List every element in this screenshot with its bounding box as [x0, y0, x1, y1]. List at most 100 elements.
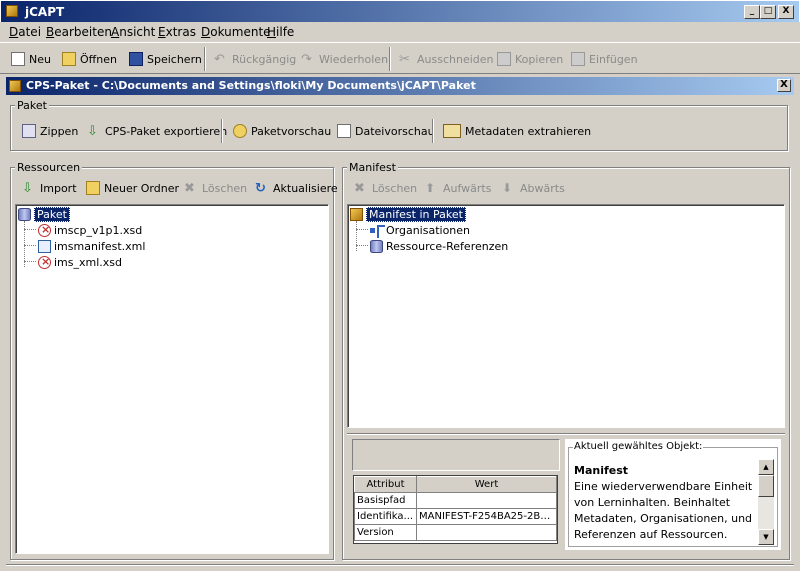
paket-separator — [432, 119, 434, 143]
tree-node-file[interactable]: ims_xml.xsd — [38, 254, 122, 270]
attribute-cell: Version — [354, 524, 417, 541]
tree-node-resource-refs[interactable]: Ressource-Referenzen — [370, 238, 508, 254]
scroll-thumb[interactable] — [758, 475, 774, 497]
value-cell[interactable] — [416, 524, 557, 541]
scissors-icon: ✂ — [399, 52, 410, 67]
new-button[interactable]: Neu — [11, 51, 51, 67]
attribute-header-box — [352, 439, 560, 471]
document-title: CPS-Paket - C:\Documents and Settings\fl… — [26, 79, 476, 92]
scroll-down-button[interactable]: ▼ — [758, 529, 774, 545]
main-toolbar: Neu Öffnen Speichern ↶ Rückgängig ↷ Wieder… — [0, 42, 800, 74]
import-button[interactable]: ⇩ Import — [22, 180, 77, 196]
new-folder-icon — [86, 181, 100, 195]
tree-line — [24, 229, 36, 230]
tree-node-root[interactable]: Paket — [18, 206, 70, 222]
table-row[interactable]: Basispfad — [354, 492, 557, 509]
scroll-up-button[interactable]: ▲ — [758, 459, 774, 475]
menu-extras[interactable]: Extras — [158, 25, 196, 39]
attribute-cell: Identifika... — [354, 508, 417, 525]
tree-node-manifest[interactable]: Manifest in Paket — [350, 206, 466, 222]
open-button[interactable]: Öffnen — [62, 51, 117, 67]
xml-file-icon — [38, 239, 51, 253]
export-button[interactable]: ⇩ CPS-Paket exportieren — [87, 123, 227, 139]
info-heading: Manifest — [574, 464, 629, 477]
tree-line — [356, 245, 368, 246]
copy-icon — [497, 52, 511, 66]
file-preview-button[interactable]: Dateivorschau — [337, 123, 435, 139]
menu-datei[interactable]: Datei — [9, 25, 41, 39]
delete-icon: ✖ — [184, 181, 195, 196]
minimize-button[interactable]: _ — [744, 5, 760, 19]
arrow-down-icon: ⬇ — [502, 181, 513, 195]
package-icon — [350, 207, 363, 221]
value-cell[interactable]: MANIFEST-F254BA25-2BD... — [416, 508, 557, 525]
resources-tree[interactable]: Paket imscp_v1p1.xsd imsmanifest.xml ims… — [15, 204, 329, 554]
document-close-button[interactable]: X — [777, 79, 791, 92]
manifest-group-label: Manifest — [347, 161, 398, 174]
paket-group-label: Paket — [15, 99, 49, 112]
refresh-icon: ↻ — [255, 181, 266, 196]
manifest-tree[interactable]: Manifest in Paket Organisationen Ressour… — [347, 204, 785, 428]
error-file-icon — [38, 255, 51, 269]
value-cell[interactable] — [416, 492, 557, 509]
toolbar-separator — [204, 47, 206, 71]
preview-icon — [233, 124, 247, 138]
error-file-icon — [38, 223, 51, 237]
package-preview-button[interactable]: Paketvorschau — [233, 123, 331, 139]
column-header-value[interactable]: Wert — [416, 476, 557, 493]
table-row[interactable]: Version — [354, 524, 557, 541]
copy-button[interactable]: Kopieren — [497, 51, 563, 67]
maximize-button[interactable]: □ — [760, 5, 776, 19]
close-button[interactable]: X — [778, 5, 794, 19]
toolbar-separator — [389, 47, 391, 71]
move-down-button[interactable]: ⬇ Abwärts — [502, 180, 565, 196]
file-preview-icon — [337, 124, 351, 138]
manifest-delete-button[interactable]: ✖ Löschen — [354, 180, 417, 196]
paste-button[interactable]: Einfügen — [571, 51, 638, 67]
resources-group-label: Ressourcen — [15, 161, 83, 174]
menu-hilfe[interactable]: Hilfe — [267, 25, 294, 39]
refresh-button[interactable]: ↻ Aktualisiere — [255, 180, 338, 196]
paket-separator — [221, 119, 223, 143]
metadata-icon — [443, 124, 461, 138]
redo-button[interactable]: ↷ Wiederholen — [301, 51, 388, 67]
organisation-icon — [370, 224, 385, 238]
save-button[interactable]: Speichern — [129, 51, 202, 67]
window-title: jCAPT — [25, 5, 65, 19]
table-row[interactable]: Identifika... MANIFEST-F254BA25-2BD... — [354, 508, 557, 525]
attribute-cell: Basispfad — [354, 492, 417, 509]
info-scrollbar[interactable]: ▲ ▼ — [758, 459, 774, 545]
split-divider[interactable] — [347, 433, 785, 435]
redo-icon: ↷ — [301, 52, 312, 67]
arrow-up-icon: ⬆ — [425, 181, 436, 195]
info-panel: Aktuell gewähltes Objekt: Manifest Eine … — [565, 439, 781, 550]
menu-ansicht[interactable]: Ansicht — [111, 25, 155, 39]
package-icon — [9, 80, 21, 92]
move-up-button[interactable]: ⬆ Aufwärts — [425, 180, 491, 196]
import-icon: ⇩ — [22, 181, 33, 196]
info-label: Aktuell gewähltes Objekt: — [573, 441, 704, 452]
extract-metadata-button[interactable]: Metadaten extrahieren — [443, 123, 591, 139]
info-content: Manifest Eine wiederverwendbare Einheit … — [574, 463, 758, 543]
new-file-icon — [11, 52, 25, 66]
zip-button[interactable]: Zippen — [22, 123, 78, 139]
delete-icon: ✖ — [354, 181, 365, 196]
undo-button[interactable]: ↶ Rückgängig — [214, 51, 296, 67]
menu-bearbeiten[interactable]: Bearbeiten — [46, 25, 112, 39]
export-icon: ⇩ — [87, 124, 98, 139]
resources-delete-button[interactable]: ✖ Löschen — [184, 180, 247, 196]
save-icon — [129, 52, 143, 66]
cut-button[interactable]: ✂ Ausschneiden — [399, 51, 494, 67]
info-text: Eine wiederverwendbare Einheit von Lerni… — [574, 480, 753, 541]
tree-node-file[interactable]: imscp_v1p1.xsd — [38, 222, 142, 238]
document-title-bar: CPS-Paket - C:\Documents and Settings\fl… — [6, 77, 794, 95]
tree-node-file[interactable]: imsmanifest.xml — [38, 238, 145, 254]
menu-dokumente[interactable]: Dokumente — [201, 25, 271, 39]
database-icon — [370, 239, 383, 253]
tree-line — [24, 245, 36, 246]
tree-node-organisations[interactable]: Organisationen — [370, 222, 470, 238]
attributes-table: Attribut Wert Basispfad Identifika... MA… — [353, 475, 558, 544]
title-bar: jCAPT _ □ X — [0, 0, 800, 22]
column-header-attribute[interactable]: Attribut — [354, 476, 417, 493]
new-folder-button[interactable]: Neuer Ordner — [86, 180, 179, 196]
